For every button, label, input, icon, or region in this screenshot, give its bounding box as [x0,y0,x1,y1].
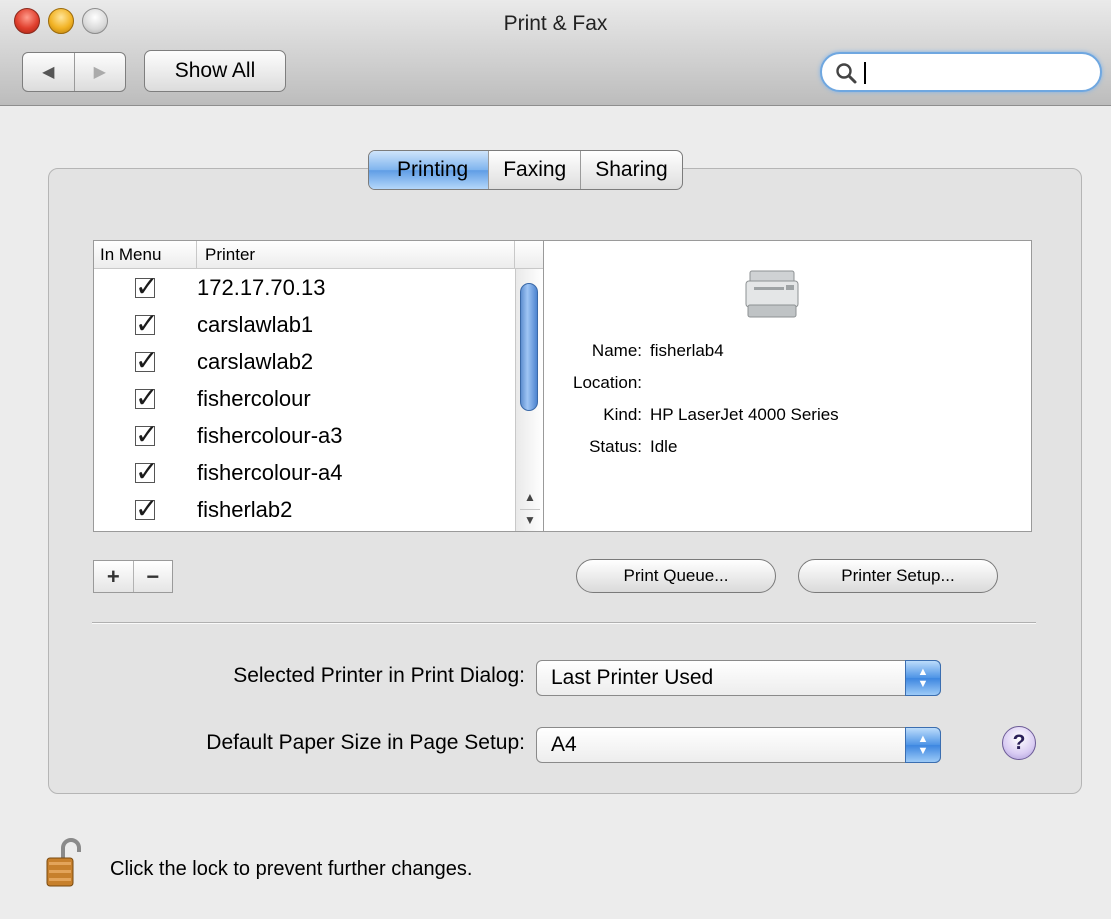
detail-location-row: Location: [524,373,650,393]
detail-status-row: Status: Idle [524,437,677,457]
lock-icon[interactable] [45,838,89,888]
lock-status-text: Click the lock to prevent further change… [110,858,473,880]
help-button[interactable]: ? [1002,726,1036,760]
window-title: Print & Fax [503,12,608,35]
selected-printer-popup[interactable]: Last Printer Used ▲ ▼ [536,660,941,696]
printer-name: 172.17.70.13 [197,274,326,300]
search-icon [836,63,857,84]
printer-name: fishercolour-a4 [197,459,343,485]
printer-name: fishercolour [197,385,311,411]
print-queue-button[interactable]: Print Queue... [576,559,776,593]
tab-sharing[interactable]: Sharing [580,151,681,189]
detail-status-value: Idle [650,437,678,456]
detail-name-label: Name: [591,341,642,360]
back-arrow-icon: ◀ [42,64,55,81]
in-menu-checkbox[interactable] [135,492,158,525]
back-forward-control: ◀ ▶ [22,52,126,92]
column-header-printer[interactable]: Printer [197,241,515,268]
table-row[interactable]: carslawlab1 [94,306,515,343]
tab-faxing[interactable]: Faxing [488,151,580,189]
text-cursor [864,62,866,84]
printer-name: fishercolour-a3 [197,422,343,448]
forward-button[interactable]: ▶ [73,53,126,91]
printer-setup-button[interactable]: Printer Setup... [798,559,998,593]
in-menu-checkbox[interactable] [135,307,158,340]
table-row[interactable]: fisherlab2 [94,491,515,528]
paper-size-popup[interactable]: A4 ▲ ▼ [536,727,941,763]
in-menu-checkbox[interactable] [135,381,158,414]
printer-icon [745,270,799,318]
in-menu-checkbox[interactable] [135,418,158,451]
detail-kind-label: Kind: [603,405,642,424]
table-row[interactable]: carslawlab2 [94,343,515,380]
scroll-up-arrow-icon[interactable]: ▲ [520,487,540,507]
popup-arrows-icon: ▲ ▼ [905,727,941,763]
show-all-button[interactable]: Show All [144,50,286,92]
detail-status-label: Status: [589,437,642,456]
selected-printer-value: Last Printer Used [551,666,714,689]
printer-details-pane: Name: fisherlab4 Location: Kind: HP LaserJ… [543,240,1032,532]
table-row[interactable]: fishercolour-a3 [94,417,515,454]
table-row[interactable]: 172.17.70.13 [94,269,515,306]
add-printer-button[interactable]: + [94,561,133,592]
detail-location-label: Location: [573,373,642,392]
detail-name-value: fisherlab4 [650,341,724,360]
detail-name-row: Name: fisherlab4 [524,341,724,361]
popup-arrows-icon: ▲ ▼ [905,660,941,696]
paper-size-value: A4 [551,733,577,756]
separator [92,622,1036,624]
in-menu-checkbox[interactable] [135,455,158,488]
table-row[interactable]: fishercolour-a4 [94,454,515,491]
printer-name: carslawlab1 [197,311,314,337]
printer-name: carslawlab2 [197,348,314,374]
search-field[interactable] [820,52,1102,92]
add-remove-control: + − [93,560,173,593]
detail-kind-row: Kind: HP LaserJet 4000 Series [524,405,839,425]
printer-list-header: In Menu Printer [94,241,543,269]
table-row[interactable]: fishercolour [94,380,515,417]
window-toolbar: Print & Fax ◀ ▶ Show All [0,0,1111,106]
in-menu-checkbox[interactable] [135,344,158,377]
printer-list[interactable]: In Menu Printer 172.17.70.13 carslawlab1… [93,240,544,532]
forward-arrow-icon: ▶ [93,64,106,81]
column-header-in-menu[interactable]: In Menu [94,241,197,268]
printer-name: fisherlab2 [197,496,293,522]
tab-bar: Printing Faxing Sharing [368,150,683,190]
scroll-down-arrow-icon[interactable]: ▼ [520,509,540,529]
in-menu-checkbox[interactable] [135,270,158,303]
vertical-scrollbar[interactable]: ▲ ▼ [515,269,543,531]
back-button[interactable]: ◀ [23,53,74,91]
paper-size-label: Default Paper Size in Page Setup: [206,731,525,754]
remove-printer-button[interactable]: − [132,561,173,592]
tab-printing[interactable]: Printing [369,151,489,189]
detail-kind-value: HP LaserJet 4000 Series [650,405,839,424]
selected-printer-label: Selected Printer in Print Dialog: [233,664,525,687]
